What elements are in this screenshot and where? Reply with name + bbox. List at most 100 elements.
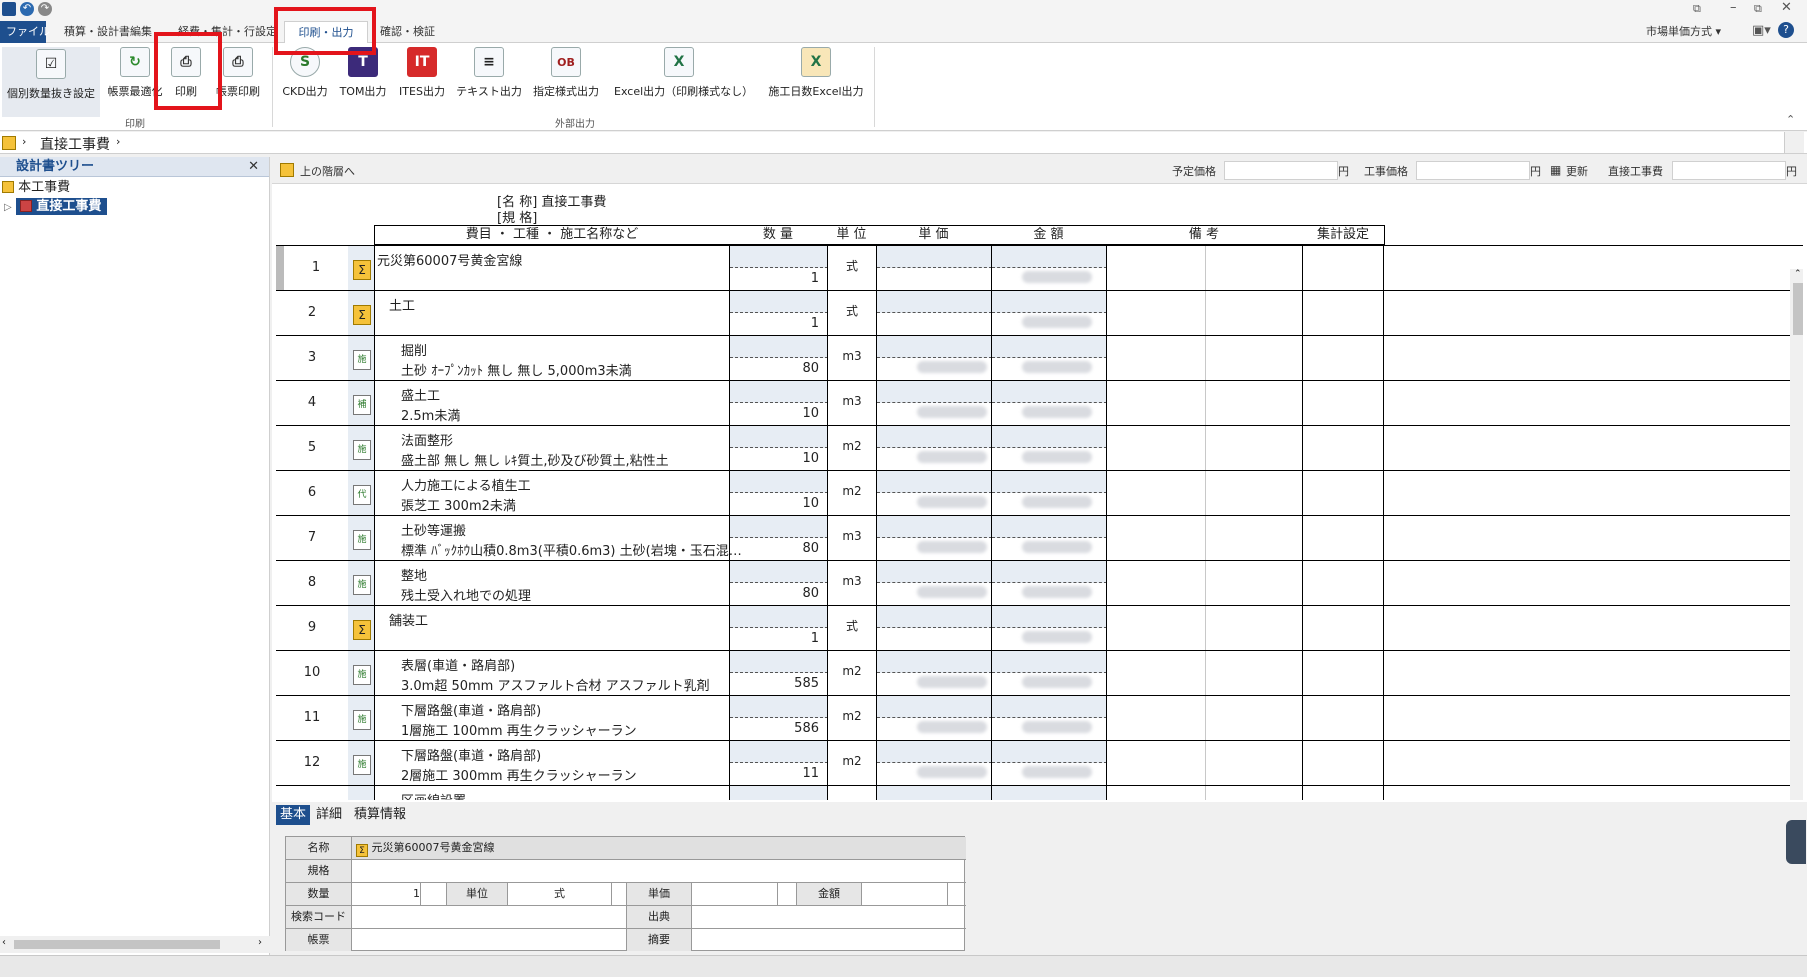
row-price-cell[interactable]: [876, 696, 992, 740]
row-summary-cell[interactable]: [1302, 381, 1384, 425]
individual-qty-button[interactable]: ☑ 個別数量抜き設定: [2, 47, 100, 117]
tree-node-root[interactable]: 本工事費: [2, 179, 70, 197]
row-unit[interactable]: m3: [827, 561, 876, 605]
specified-format-button[interactable]: OB 指定様式出力: [530, 47, 602, 117]
tab-expense-settings[interactable]: 経費・集計・行設定: [172, 21, 283, 43]
row-qty-cell[interactable]: 80: [729, 561, 828, 605]
collapse-ribbon-icon[interactable]: ⌃: [1786, 113, 1795, 126]
row-unit[interactable]: m2: [827, 651, 876, 695]
breadcrumb-arrow-icon[interactable]: ›: [22, 135, 26, 148]
tab-basic[interactable]: 基本: [276, 805, 311, 825]
table-row[interactable]: 区画線設置: [276, 785, 1803, 800]
row-qty-cell[interactable]: 585: [729, 651, 828, 695]
row-remarks-cell[interactable]: [1106, 246, 1303, 290]
row-unit[interactable]: m2: [827, 426, 876, 470]
koji-price-field[interactable]: [1416, 161, 1530, 180]
row-amount-cell[interactable]: [991, 741, 1107, 785]
row-summary-cell[interactable]: [1302, 336, 1384, 380]
table-row[interactable]: 1 Σ 元災第60007号黄金宮線 1 式: [276, 245, 1803, 290]
row-amount-cell[interactable]: [991, 606, 1107, 650]
row-unit[interactable]: m2: [827, 471, 876, 515]
row-qty-cell[interactable]: 11: [729, 741, 828, 785]
row-qty-cell[interactable]: 10: [729, 381, 828, 425]
row-qty-cell[interactable]: 10: [729, 471, 828, 515]
row-amount-cell[interactable]: [991, 426, 1107, 470]
scrollbar-thumb[interactable]: [1793, 283, 1803, 335]
row-summary-cell[interactable]: [1302, 696, 1384, 740]
row-price-cell[interactable]: [876, 741, 992, 785]
form-print-button[interactable]: ⎙ 帳票印刷: [212, 47, 264, 117]
row-price-cell[interactable]: [876, 471, 992, 515]
scroll-right-icon[interactable]: ›: [258, 937, 262, 948]
scroll-left-icon[interactable]: ‹: [2, 937, 6, 948]
tom-output-button[interactable]: T TOM出力: [336, 47, 390, 117]
row-remarks-cell[interactable]: [1106, 651, 1303, 695]
row-summary-cell[interactable]: [1302, 651, 1384, 695]
row-unit[interactable]: [827, 786, 876, 800]
table-row[interactable]: 8 施整地 残土受入れ地での処理 80 m3: [276, 560, 1803, 605]
row-amount-cell[interactable]: [991, 561, 1107, 605]
tab-detail[interactable]: 詳細: [312, 805, 346, 825]
row-qty-cell[interactable]: 1: [729, 246, 828, 290]
row-remarks-cell[interactable]: [1106, 516, 1303, 560]
row-name-cell[interactable]: 法面整形 盛土部 無し 無し ﾚｷ質土,砂及び砂質土,粘性土: [374, 426, 729, 470]
row-summary-cell[interactable]: [1302, 741, 1384, 785]
row-summary-cell[interactable]: [1302, 426, 1384, 470]
row-remarks-cell[interactable]: [1106, 336, 1303, 380]
row-price-cell[interactable]: [876, 786, 992, 800]
row-name-cell[interactable]: 人力施工による植生工 張芝工 300m2未満: [374, 471, 729, 515]
row-name-cell[interactable]: 土工: [374, 291, 729, 335]
row-unit[interactable]: 式: [827, 291, 876, 335]
row-amount-cell[interactable]: [991, 471, 1107, 515]
undo-icon[interactable]: ↶: [20, 2, 34, 16]
row-name-cell[interactable]: 土砂等運搬 標準 ﾊﾞｯｸﾎｳ山積0.8m3(平積0.6m3) 土砂(岩塊・玉石混…: [374, 516, 746, 560]
row-amount-cell[interactable]: [991, 786, 1107, 800]
minimize-icon[interactable]: –: [1730, 0, 1737, 15]
row-name-cell[interactable]: 整地 残土受入れ地での処理: [374, 561, 729, 605]
direct-cost-field[interactable]: [1672, 161, 1786, 180]
grid-vertical-scrollbar[interactable]: ⌃ ⌄: [1790, 269, 1803, 800]
row-amount-cell[interactable]: [991, 336, 1107, 380]
tab-estimate-edit[interactable]: 積算・設計書編集: [58, 21, 158, 43]
row-price-cell[interactable]: [876, 381, 992, 425]
row-unit[interactable]: m3: [827, 516, 876, 560]
table-row[interactable]: 9 Σ 舗装工 1 式: [276, 605, 1803, 650]
row-price-cell[interactable]: [876, 561, 992, 605]
table-row[interactable]: 7 施土砂等運搬 標準 ﾊﾞｯｸﾎｳ山積0.8m3(平積0.6m3) 土砂(岩塊・玉…: [276, 515, 1803, 560]
breadcrumb-arrow-icon[interactable]: ›: [116, 135, 120, 148]
row-name-cell[interactable]: 舗装工: [374, 606, 729, 650]
form-amount-value[interactable]: [862, 883, 948, 905]
row-qty-cell[interactable]: 80: [729, 516, 828, 560]
breadcrumb-edit-icon[interactable]: [1784, 132, 1804, 153]
form-price-value[interactable]: [692, 883, 778, 905]
tab-file[interactable]: ファイル: [0, 21, 50, 43]
row-price-cell[interactable]: [876, 516, 992, 560]
tab-print-output[interactable]: 印刷・出力: [284, 21, 368, 43]
row-summary-cell[interactable]: [1302, 471, 1384, 515]
row-amount-cell[interactable]: [991, 291, 1107, 335]
row-unit[interactable]: m3: [827, 336, 876, 380]
row-remarks-cell[interactable]: [1106, 381, 1303, 425]
row-amount-cell[interactable]: [991, 516, 1107, 560]
up-level-button[interactable]: 上の階層へ: [300, 163, 355, 179]
row-unit[interactable]: 式: [827, 246, 876, 290]
tree-node-direct[interactable]: ▷ 直接工事費: [4, 198, 108, 216]
pricing-mode-dropdown[interactable]: 市場単価方式 ▾: [1640, 21, 1727, 43]
row-amount-cell[interactable]: [991, 696, 1107, 740]
row-unit[interactable]: 式: [827, 606, 876, 650]
row-price-cell[interactable]: [876, 606, 992, 650]
row-name-cell[interactable]: 表層(車道・路肩部) 3.0m超 50mm アスファルト合材 アスファルト乳剤: [374, 651, 729, 695]
row-qty-cell[interactable]: 10: [729, 426, 828, 470]
row-name-cell[interactable]: 元災第60007号黄金宮線: [374, 246, 729, 290]
row-amount-cell[interactable]: [991, 651, 1107, 695]
row-summary-cell[interactable]: [1302, 606, 1384, 650]
row-unit[interactable]: m3: [827, 381, 876, 425]
row-summary-cell[interactable]: [1302, 516, 1384, 560]
tree-horizontal-scrollbar[interactable]: ‹ ›: [0, 936, 270, 953]
scrollbar-thumb[interactable]: [14, 940, 220, 949]
row-price-cell[interactable]: [876, 426, 992, 470]
row-price-cell[interactable]: [876, 651, 992, 695]
row-amount-cell[interactable]: [991, 381, 1107, 425]
row-price-cell[interactable]: [876, 336, 992, 380]
print-button[interactable]: ⎙ 印刷: [160, 47, 212, 117]
